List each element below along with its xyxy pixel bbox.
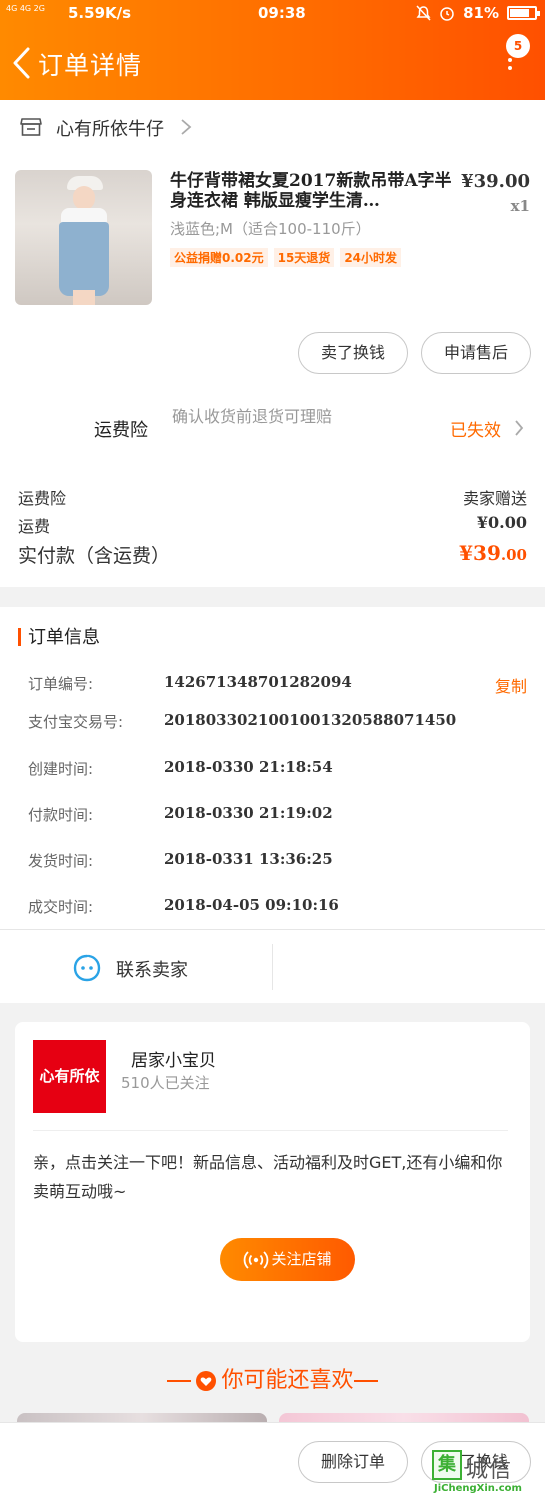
chevron-right-icon [515, 420, 524, 436]
page-title: 订单详情 [38, 51, 143, 80]
more-menu-icon[interactable] [505, 58, 515, 78]
contact-seller-button[interactable]: 联系卖家 [116, 956, 188, 982]
info-key: 发货时间: [28, 852, 94, 870]
shipped-time-row: 发货时间: 2018-0331 13:36:25 [28, 850, 527, 874]
follow-store-button[interactable]: 关注店铺 [220, 1238, 355, 1281]
shipping-value: ¥0.00 [476, 513, 527, 532]
section-accent-bar [18, 628, 21, 646]
shipping-label: 运费 [18, 517, 51, 536]
total-paid-label: 实付款（含运费） [18, 545, 171, 567]
insurance-description: 确认收货前退货可理赔 [172, 407, 333, 426]
created-time-row: 创建时间: 2018-0330 21:18:54 [28, 758, 527, 782]
service-tag: 公益捐赠0.02元 [170, 248, 268, 267]
info-value: 2018-04-05 09:10:16 [164, 896, 339, 914]
sell-for-cash-button[interactable]: 卖了换钱 [298, 332, 408, 374]
alarm-icon [440, 7, 454, 21]
product-image[interactable] [15, 170, 152, 305]
heart-icon [196, 1371, 217, 1391]
shop-row[interactable]: 心有所依牛仔 [0, 100, 545, 155]
follow-store-label: 关注店铺 [271, 1250, 332, 1268]
status-bar: 4G 4G 2G 5.59K/s 09:38 81% [6, 4, 540, 24]
battery-percent: 81% [463, 4, 499, 22]
signal-indicator: 4G 4G 2G [6, 4, 45, 13]
store-followers: 510人已关注 [121, 1074, 210, 1092]
service-tag: 24小时发 [340, 248, 402, 267]
info-key: 订单编号: [28, 675, 94, 693]
service-tags: 公益捐赠0.02元 15天退货 24小时发 [170, 248, 402, 267]
paid-time-row: 付款时间: 2018-0330 21:19:02 [28, 804, 527, 828]
info-value: 2018-0330 21:18:54 [164, 758, 333, 776]
store-card: 心有所依 居家小宝贝 510人已关注 亲，点击关注一下吧！新品信息、活动福利及时… [15, 1022, 530, 1342]
apply-after-sale-button[interactable]: 申请售后 [421, 332, 531, 374]
shipping-insurance-row[interactable]: 运费险 确认收货前退货可理赔 已失效 [0, 390, 545, 465]
copy-button[interactable]: 复制 [495, 673, 527, 697]
info-value: 2018-0331 13:36:25 [164, 850, 333, 868]
info-key: 付款时间: [28, 806, 94, 824]
watermark-mark: 集 [432, 1450, 462, 1480]
order-info-section: 订单信息 订单编号: 142671348701282094 复制 支付宝交易号:… [0, 607, 545, 929]
product-price: ¥39.00 [461, 171, 530, 192]
store-logo[interactable]: 心有所依 [33, 1040, 106, 1113]
info-value: 2018-0330 21:19:02 [164, 804, 333, 822]
divider [33, 1130, 508, 1131]
alipay-trade-row: 支付宝交易号: 2018033021001001320588071450 [28, 711, 527, 735]
insurance-cost-value: 卖家赠送 [462, 489, 527, 508]
service-tag: 15天退货 [273, 248, 335, 267]
shop-name: 心有所依牛仔 [56, 119, 164, 140]
store-icon [20, 118, 42, 136]
app-header: 4G 4G 2G 5.59K/s 09:38 81% 订单详情 5 [0, 0, 545, 100]
insurance-status: 已失效 [450, 421, 501, 441]
network-speed: 5.59K/s [68, 4, 132, 22]
watermark-brand: 城信 [466, 1458, 513, 1483]
delete-order-button[interactable]: 删除订单 [298, 1441, 408, 1483]
mute-icon [416, 5, 431, 21]
back-arrow-icon[interactable] [10, 46, 34, 80]
info-value: 2018033021001001320588071450 [164, 711, 457, 729]
total-paid-value: ¥39.00 [459, 541, 527, 565]
watermark-domain: JiChengXin.com [434, 1483, 522, 1494]
order-info-title: 订单信息 [28, 627, 100, 648]
info-key: 支付宝交易号: [28, 713, 124, 731]
order-number: 142671348701282094 [164, 673, 352, 691]
site-watermark: 集 城信 JiChengXin.com [430, 1450, 545, 1500]
recommend-title: 你可能还喜欢 [221, 1368, 354, 1393]
store-message: 亲，点击关注一下吧！新品信息、活动福利及时GET,还有小编和你卖萌互动哦~ [33, 1153, 503, 1201]
info-key: 创建时间: [28, 760, 94, 778]
store-name[interactable]: 居家小宝贝 [131, 1046, 216, 1071]
chevron-right-icon [181, 119, 192, 135]
product-spec: 浅蓝色;M（适合100-110斤） [170, 220, 371, 238]
payment-summary: 运费险 卖家赠送 运费 ¥0.00 实付款（含运费） ¥39.00 [0, 465, 545, 587]
clock: 09:38 [258, 4, 306, 22]
battery-icon [507, 6, 540, 20]
completed-time-row: 成交时间: 2018-04-05 09:10:16 [28, 896, 527, 920]
product-card: 牛仔背带裙女夏2017新款吊带A字半身连衣裙 韩版显瘦学生清… ¥39.00 x… [0, 155, 545, 390]
order-number-row: 订单编号: 142671348701282094 复制 [28, 673, 527, 697]
chat-bubble-icon[interactable] [72, 953, 102, 983]
message-count-badge[interactable]: 5 [506, 34, 530, 58]
info-key: 成交时间: [28, 898, 94, 916]
contact-bar: 联系卖家 [0, 929, 545, 1003]
recommend-heading: 你可能还喜欢 [0, 1362, 545, 1396]
product-quantity: x1 [510, 197, 530, 215]
insurance-label: 运费险 [94, 420, 148, 441]
divider [272, 944, 273, 990]
product-title[interactable]: 牛仔背带裙女夏2017新款吊带A字半身连衣裙 韩版显瘦学生清… [170, 171, 455, 211]
broadcast-icon [244, 1250, 269, 1269]
insurance-cost-label: 运费险 [18, 489, 67, 508]
